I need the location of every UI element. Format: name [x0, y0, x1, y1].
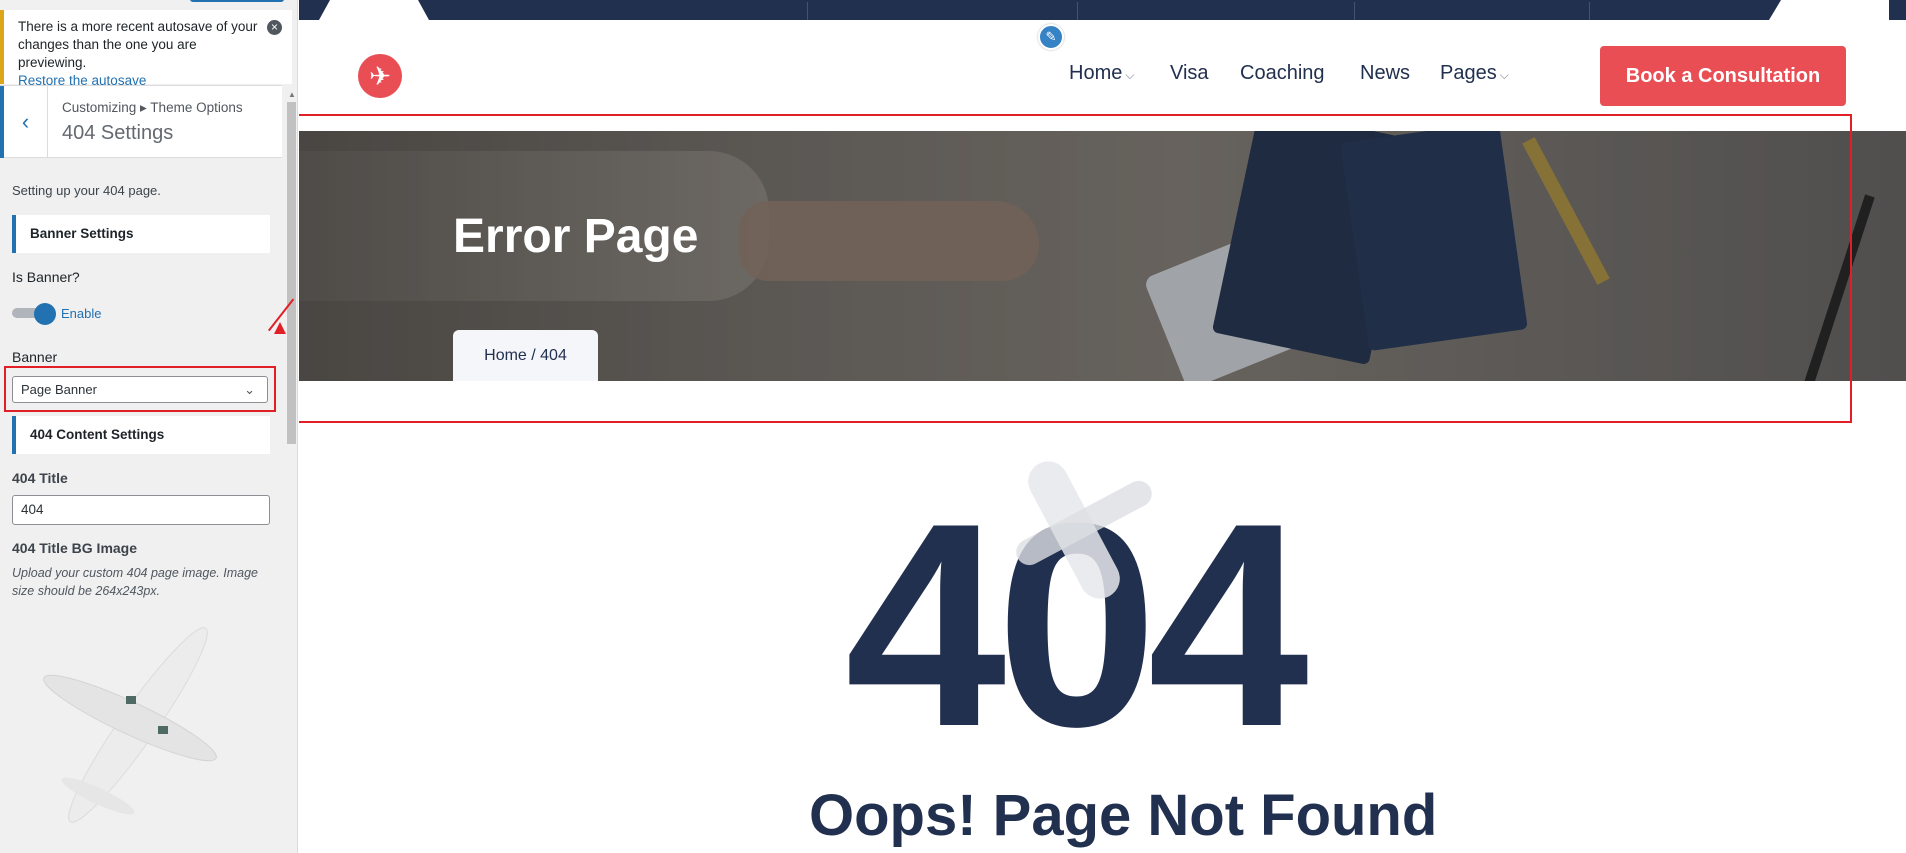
- customizer-panel: There is a more recent autosave of your …: [0, 0, 298, 853]
- scroll-up-icon[interactable]: ▲: [288, 90, 296, 99]
- toggle-knob: [34, 303, 56, 325]
- publish-button[interactable]: [190, 0, 284, 2]
- top-info-bar: [299, 0, 1906, 20]
- title-input[interactable]: 404: [12, 495, 270, 525]
- nav-visa-label: Visa: [1170, 62, 1209, 84]
- error-message: Oops! Page Not Found: [809, 783, 1438, 848]
- chevron-left-icon: ‹: [21, 109, 30, 134]
- toggle-label: Enable: [61, 306, 102, 321]
- section-header: ‹ Customizing ▸ Theme Options 404 Settin…: [0, 85, 282, 158]
- highlight-box-banner: [299, 114, 1852, 423]
- highlight-box-select: [4, 366, 276, 412]
- notice-line-1: There is a more recent autosave of your: [18, 19, 258, 34]
- bg-image-label: 404 Title BG Image: [12, 540, 138, 556]
- panel-scrollbar[interactable]: ▲: [285, 88, 297, 848]
- section-description: Setting up your 404 page.: [12, 183, 161, 198]
- scrollbar-thumb[interactable]: [287, 102, 296, 444]
- site-preview: ✎ ✈ Home ⌵ Visa Coaching News Pages ⌵ Book…: [299, 0, 1906, 853]
- nav-pages[interactable]: Pages ⌵: [1440, 62, 1509, 85]
- nav-home-label: Home: [1069, 62, 1123, 84]
- topbar-divider: [1077, 2, 1078, 20]
- bg-image-description: Upload your custom 404 page image. Image…: [12, 566, 258, 598]
- banner-label: Banner: [12, 349, 58, 365]
- arrow-head-icon: [274, 322, 286, 334]
- airplane-icon: [999, 454, 1157, 606]
- topbar-divider: [1354, 2, 1355, 20]
- customizer-breadcrumb: Customizing ▸ Theme Options: [62, 100, 243, 115]
- autosave-notice: There is a more recent autosave of your …: [0, 10, 292, 88]
- site-logo-plane-icon[interactable]: ✈: [358, 54, 402, 98]
- nav-home[interactable]: Home ⌵: [1069, 62, 1134, 85]
- back-button[interactable]: ‹: [0, 86, 48, 158]
- notice-line-2: changes than the one you are previewing.: [18, 37, 197, 70]
- content-settings-heading: 404 Content Settings: [12, 416, 270, 454]
- nav-news-label: News: [1360, 62, 1411, 84]
- is-banner-label: Is Banner?: [12, 269, 80, 285]
- banner-settings-heading: Banner Settings: [12, 215, 270, 253]
- nav-visa[interactable]: Visa: [1170, 62, 1209, 85]
- topbar-tab-right: [1769, 0, 1889, 20]
- chevron-down-icon: ⌵: [1499, 68, 1509, 82]
- section-title: 404 Settings: [62, 122, 174, 144]
- close-circle-icon[interactable]: ×: [267, 20, 282, 35]
- airplane-image[interactable]: [20, 600, 260, 840]
- nav-coaching-label: Coaching: [1240, 62, 1325, 84]
- banner-toggle[interactable]: [12, 303, 56, 325]
- nav-coaching[interactable]: Coaching: [1240, 62, 1325, 85]
- nav-news[interactable]: News: [1360, 62, 1410, 85]
- topbar-divider: [807, 2, 808, 20]
- title-label: 404 Title: [12, 470, 68, 486]
- book-consultation-button[interactable]: Book a Consultation: [1600, 46, 1846, 106]
- topbar-tab-left: [319, 0, 429, 20]
- edit-shortcut-pencil-icon[interactable]: ✎: [1038, 24, 1064, 50]
- nav-pages-label: Pages: [1440, 62, 1497, 84]
- topbar-divider: [1589, 2, 1590, 20]
- chevron-down-icon: ⌵: [1125, 68, 1135, 82]
